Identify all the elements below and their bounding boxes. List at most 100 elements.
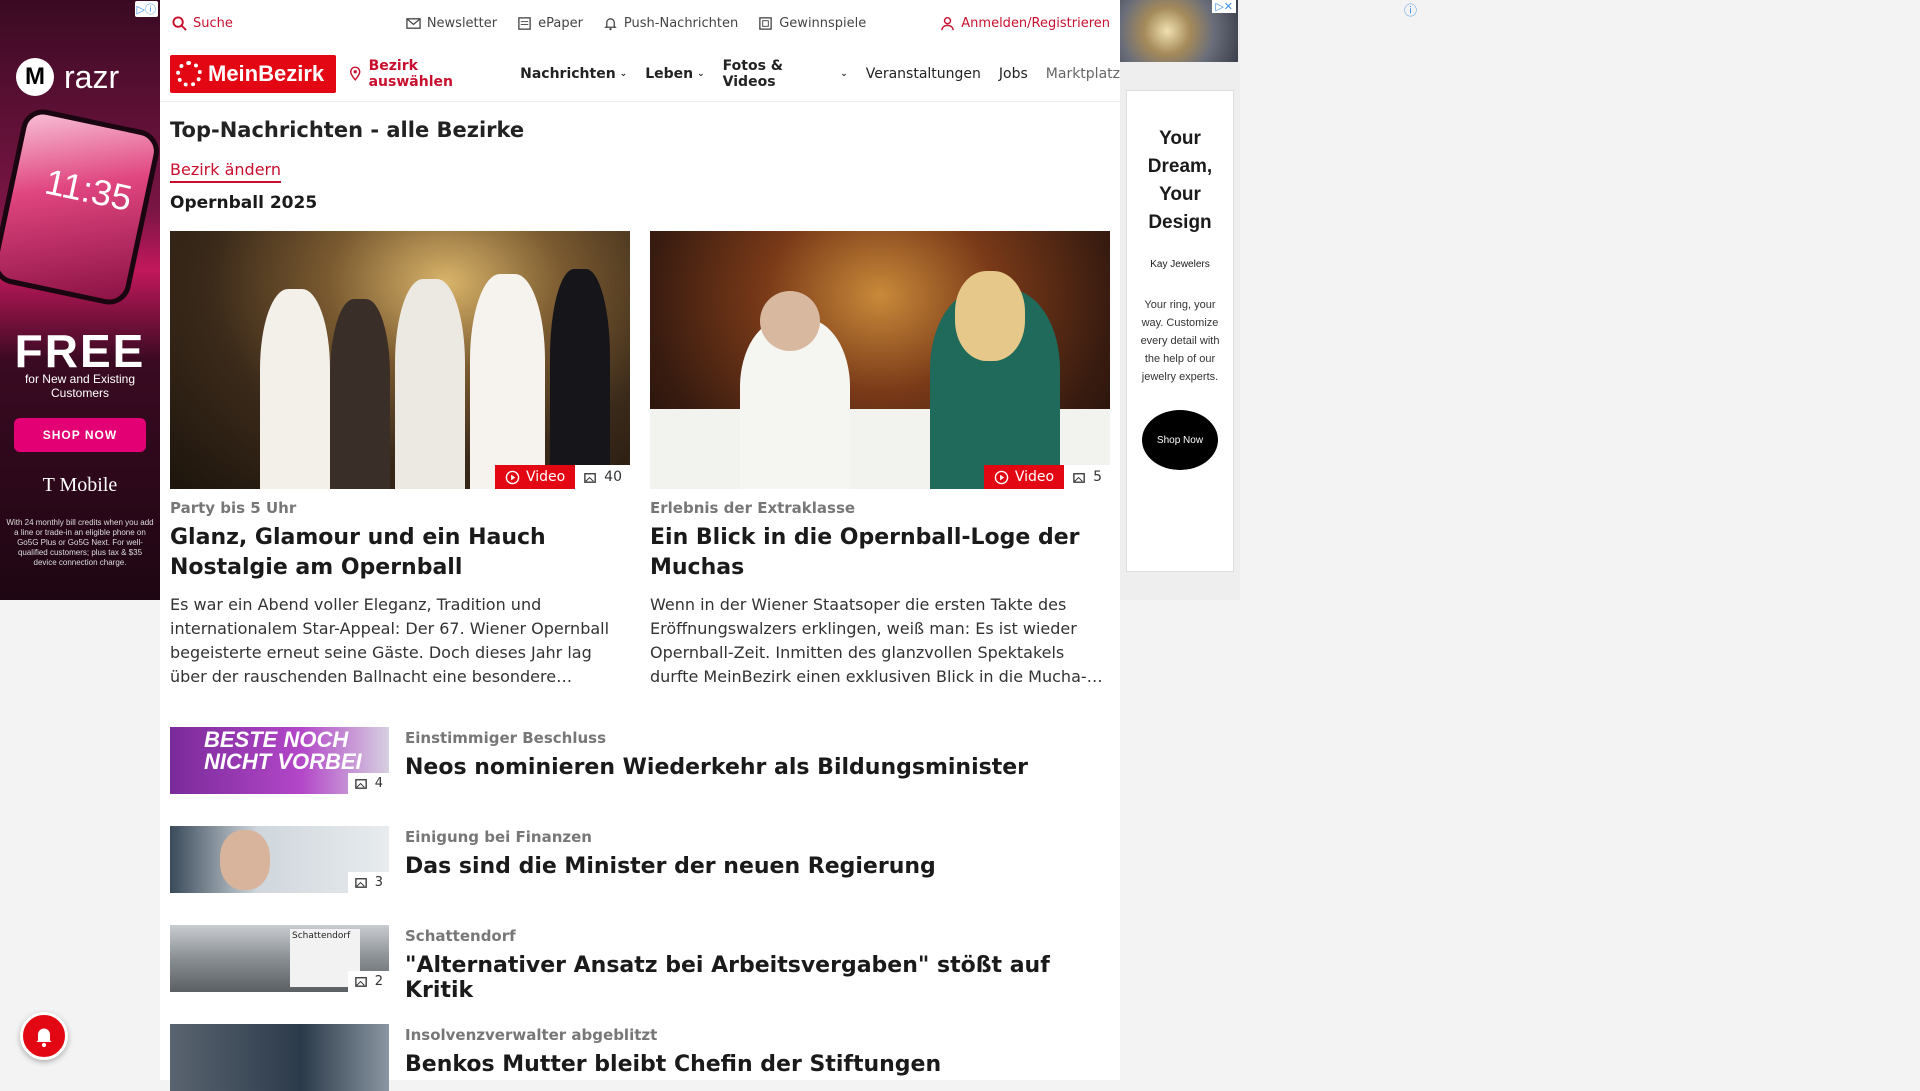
article-image[interactable]: Video 40 — [170, 231, 630, 489]
article-headline[interactable]: "Alternativer Ansatz bei Arbeitsvergaben… — [405, 953, 1110, 1003]
ad-advertiser: Kay Jewelers — [1150, 259, 1210, 270]
list-item[interactable]: Schattendorf 2 Schattendorf "Alternative… — [170, 925, 1110, 1003]
newsletter-link[interactable]: Newsletter — [406, 16, 497, 31]
article-headline[interactable]: Ein Blick in die Opernball-Loge der Much… — [650, 523, 1110, 583]
chevron-down-icon: ⌄ — [619, 68, 628, 79]
gallery-icon — [584, 472, 597, 483]
article-thumbnail[interactable]: BESTE NOCH NICHT VORBEI 4 — [170, 727, 389, 794]
contests-link[interactable]: Gewinnspiele — [758, 16, 866, 31]
nav-item-leben[interactable]: Leben ⌄ — [645, 66, 704, 82]
search-link[interactable]: Suche — [172, 16, 233, 31]
nav-item-label: Marktplatz — [1045, 65, 1120, 82]
ad-body: Your ring, your way. Customize every det… — [1140, 299, 1220, 383]
photo-count: 40 — [604, 469, 622, 485]
ad-card[interactable]: Your Dream, Your Design Kay Jewelers You… — [1126, 90, 1234, 572]
photo-count: 2 — [374, 974, 383, 989]
ad-headline: FREE — [14, 325, 146, 377]
play-circle-icon — [994, 470, 1009, 484]
ad-ring-image: ▷✕ — [1120, 0, 1238, 62]
video-badge-label: Video — [525, 469, 566, 485]
user-icon — [941, 16, 955, 30]
gallery-icon — [354, 779, 367, 789]
nav-item-fotos-videos[interactable]: Fotos & Videos ⌄ — [723, 58, 848, 90]
article-thumbnail[interactable]: Schattendorf 2 — [170, 925, 389, 992]
photo-count: 3 — [374, 875, 383, 890]
right-advertisement[interactable]: ▷✕ Your Dream, Your Design Kay Jewelers … — [1120, 0, 1240, 600]
main-navigation: MeinBezirk Bezirk auswählen Nachrichten ⌄… — [160, 46, 1120, 102]
play-circle-icon — [505, 470, 520, 484]
photo-count-badge: 4 — [347, 773, 389, 794]
ad-close-icon[interactable]: ▷✕ — [1212, 0, 1236, 13]
nav-item-marktplatz[interactable]: Marktplatz — [1046, 66, 1120, 82]
article-thumbnail[interactable]: 3 — [170, 826, 389, 893]
top-utility-bar: Suche Newsletter ePaper Push-Nachrichten… — [160, 0, 1120, 46]
ad-info-icon[interactable]: ▷ⓘ — [134, 1, 158, 17]
photo-count-badge: 40 — [575, 465, 630, 489]
article-headline[interactable]: Glanz, Glamour und ein Hauch Nostalgie a… — [170, 523, 630, 583]
featured-articles: Video 40 Party bis 5 Uhr Glanz, Glamour … — [170, 231, 1110, 689]
ad-phone-image: 11:35 — [0, 105, 160, 309]
article-headline[interactable]: Benkos Mutter bleibt Chefin der Stiftung… — [405, 1052, 941, 1077]
article-kicker: Einstimmiger Beschluss — [405, 729, 607, 747]
logo-label: MeinBezirk — [208, 60, 325, 86]
left-advertisement[interactable]: ▷ⓘ M razr 11:35 FREE for New and Existin… — [0, 0, 160, 600]
notification-bell-button[interactable] — [20, 1012, 68, 1060]
featured-article[interactable]: Video 40 Party bis 5 Uhr Glanz, Glamour … — [170, 231, 630, 689]
ad-title: Your Dream, Your Design — [1147, 128, 1213, 233]
article-teaser: Wenn in der Wiener Staatsoper die ersten… — [650, 595, 1103, 686]
chevron-down-icon: ⌄ — [697, 68, 705, 79]
list-item[interactable]: Insolvenzverwalter abgeblitzt Benkos Mut… — [170, 1024, 1110, 1091]
epaper-link[interactable]: ePaper — [517, 16, 583, 31]
chevron-down-icon: ⌄ — [840, 68, 848, 79]
bell-icon — [36, 1028, 52, 1048]
site-logo[interactable]: MeinBezirk — [170, 54, 337, 93]
nav-item-jobs[interactable]: Jobs — [999, 66, 1028, 82]
select-district-button[interactable]: Bezirk auswählen — [348, 58, 502, 90]
page-title: Top-Nachrichten - alle Bezirke — [170, 118, 525, 142]
nav-item-label: Nachrichten — [520, 65, 616, 82]
photo-count-badge: 2 — [347, 971, 389, 992]
logo-sun-icon — [176, 60, 202, 87]
main-column: Suche Newsletter ePaper Push-Nachrichten… — [160, 0, 1120, 1091]
photo-count-badge: 3 — [347, 872, 389, 893]
search-icon — [172, 15, 187, 31]
newspaper-icon — [518, 16, 531, 30]
change-district-link[interactable]: Bezirk ändern — [170, 160, 281, 183]
push-notifications-link[interactable]: Push-Nachrichten — [603, 16, 738, 31]
ad-shop-now-button[interactable]: SHOP NOW — [14, 418, 146, 452]
media-badges: Video 40 — [494, 465, 630, 489]
article-headline[interactable]: Neos nominieren Wiederkehr als Bildungsm… — [405, 755, 1028, 780]
gallery-icon — [354, 878, 367, 888]
article-thumbnail[interactable] — [170, 1024, 389, 1091]
list-item[interactable]: BESTE NOCH NICHT VORBEI 4 Einstimmiger B… — [170, 727, 1110, 794]
nav-item-veranstaltungen[interactable]: Veranstaltungen — [866, 66, 981, 82]
video-badge: Video — [494, 465, 576, 489]
ad-shop-now-button[interactable]: Shop Now — [1142, 410, 1218, 470]
location-pin-icon — [350, 66, 361, 81]
article-kicker: Party bis 5 Uhr — [170, 499, 297, 517]
thumbnail-text: BESTE NOCH NICHT VORBEI — [204, 727, 362, 774]
bell-icon — [604, 17, 617, 30]
photo-count: 4 — [374, 776, 383, 791]
article-teaser: Es war ein Abend voller Eleganz, Traditi… — [170, 595, 610, 686]
ad-brand-label: razr — [64, 58, 120, 95]
media-badges: Video 5 — [983, 465, 1110, 489]
contests-label: Gewinnspiele — [779, 15, 867, 31]
article-kicker: Schattendorf — [405, 927, 516, 945]
info-icon[interactable]: ⓘ — [1404, 0, 1417, 19]
article-kicker: Erlebnis der Extraklasse — [650, 499, 856, 517]
nav-item-label: Veranstaltungen — [865, 65, 981, 82]
article-headline[interactable]: Das sind die Minister der neuen Regierun… — [405, 854, 936, 879]
login-link[interactable]: Anmelden/Registrieren — [940, 16, 1110, 31]
article-list: BESTE NOCH NICHT VORBEI 4 Einstimmiger B… — [170, 727, 1110, 1091]
ad-phone-time: 11:35 — [41, 160, 136, 219]
newsletter-label: Newsletter — [426, 15, 498, 31]
article-image[interactable]: Video 5 — [650, 231, 1110, 489]
gallery-icon — [354, 977, 367, 987]
nav-item-nachrichten[interactable]: Nachrichten ⌄ — [520, 66, 627, 82]
search-label: Suche — [193, 15, 233, 31]
featured-article[interactable]: Video 5 Erlebnis der Extraklasse Ein Bli… — [650, 231, 1110, 689]
list-item[interactable]: 3 Einigung bei Finanzen Das sind die Min… — [170, 826, 1110, 893]
push-label: Push-Nachrichten — [623, 15, 739, 31]
motorola-logo-icon: M — [16, 58, 54, 96]
